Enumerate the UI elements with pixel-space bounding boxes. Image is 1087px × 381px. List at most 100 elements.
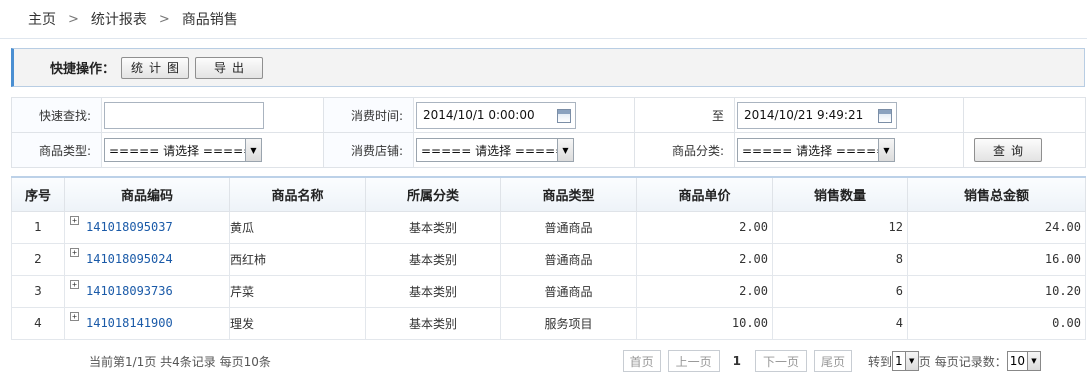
header-type[interactable]: 商品类型: [500, 176, 637, 212]
chart-button[interactable]: 统计图: [121, 56, 190, 79]
last-page-button[interactable]: 尾页: [814, 350, 853, 372]
table-row: 3 +141018093736 芹菜 基本类别 普通商品 2.00 6 10.2…: [11, 274, 1086, 308]
sales-qty: 8: [772, 242, 908, 276]
category-label: 商品分类:: [634, 132, 735, 168]
product-code-link[interactable]: 141018093736: [86, 284, 173, 298]
sales-qty: 12: [772, 210, 908, 244]
row-no: 3: [11, 274, 65, 308]
prev-page-button[interactable]: 上一页: [667, 350, 720, 372]
quick-actions-label: 快捷操作：: [50, 62, 116, 77]
table-header-row: 序号 商品编码 商品名称 所属分类 商品类型 商品单价 销售数量 销售总金额: [11, 176, 1086, 212]
product-type-select[interactable]: ===== 请选择 ===== ▼: [104, 138, 262, 162]
dropdown-arrow-icon: ▼: [557, 139, 573, 161]
time-to-value: 2014/10/21 9:49:21: [744, 108, 864, 122]
expand-icon[interactable]: +: [70, 216, 79, 225]
quick-search-label: 快速查找:: [11, 97, 102, 133]
product-type-value: ===== 请选择 =====: [109, 143, 254, 158]
header-no[interactable]: 序号: [11, 176, 65, 212]
to-label: 至: [634, 97, 735, 133]
dropdown-arrow-icon: ▼: [245, 139, 261, 161]
product-type: 普通商品: [500, 242, 637, 276]
page-suffix: 页: [918, 354, 931, 369]
goto-label: 转到: [868, 354, 893, 369]
pagination-summary: 当前第1/1页 共4条记录 每页10条: [89, 354, 271, 369]
header-price[interactable]: 商品单价: [636, 176, 773, 212]
product-name: 芹菜: [229, 274, 366, 308]
header-total[interactable]: 销售总金额: [907, 176, 1086, 212]
category-value: ===== 请选择 =====: [742, 143, 887, 158]
product-code-link[interactable]: 141018141900: [86, 316, 173, 330]
product-name: 理发: [229, 306, 366, 340]
time-from-input[interactable]: 2014/10/1 0:00:00: [416, 101, 576, 129]
filter-panel: 快速查找: 消费时间: 2014/10/1 0:00:00 至 2014/10/…: [11, 97, 1086, 168]
unit-price: 2.00: [636, 242, 773, 276]
next-page-button[interactable]: 下一页: [755, 350, 808, 372]
sales-qty: 6: [772, 274, 908, 308]
product-category: 基本类别: [365, 274, 501, 308]
row-no: 2: [11, 242, 65, 276]
header-name[interactable]: 商品名称: [229, 176, 366, 212]
dropdown-arrow-icon: ▼: [878, 139, 894, 161]
sales-table: 序号 商品编码 商品名称 所属分类 商品类型 商品单价 销售数量 销售总金额 1…: [11, 176, 1086, 340]
time-from-value: 2014/10/1 0:00:00: [423, 108, 535, 122]
breadcrumb-reports[interactable]: 统计报表: [91, 9, 147, 29]
export-button[interactable]: 导出: [195, 56, 264, 79]
dropdown-arrow-icon: ▼: [1027, 352, 1040, 370]
product-code-link[interactable]: 141018095037: [86, 220, 173, 234]
per-page-value: 10: [1009, 354, 1025, 368]
unit-price: 2.00: [636, 210, 773, 244]
breadcrumb-home[interactable]: 主页: [28, 9, 56, 29]
per-page-label: 每页记录数：: [934, 354, 1007, 369]
table-row: 1 +141018095037 黄瓜 基本类别 普通商品 2.00 12 24.…: [11, 210, 1086, 244]
table-row: 4 +141018141900 理发 基本类别 服务项目 10.00 4 0.0…: [11, 306, 1086, 340]
category-select[interactable]: ===== 请选择 ===== ▼: [737, 138, 895, 162]
sales-qty: 4: [772, 306, 908, 340]
product-type-label: 商品类型:: [11, 132, 102, 168]
first-page-button[interactable]: 首页: [622, 350, 661, 372]
product-type: 普通商品: [500, 210, 637, 244]
header-code[interactable]: 商品编码: [64, 176, 230, 212]
breadcrumb: 主页 > 统计报表 > 商品销售: [0, 0, 1087, 39]
per-page-select[interactable]: 10 ▼: [1006, 351, 1041, 371]
sales-total: 16.00: [907, 242, 1086, 276]
store-select[interactable]: ===== 请选择 ===== ▼: [416, 138, 574, 162]
product-code-link[interactable]: 141018095024: [86, 252, 173, 266]
quick-search-input[interactable]: [104, 101, 264, 129]
time-label: 消费时间:: [323, 97, 414, 133]
quick-actions-bar: 快捷操作： 统计图 导出: [11, 48, 1085, 87]
breadcrumb-product-sales: 商品销售: [181, 12, 238, 28]
dropdown-arrow-icon: ▼: [904, 352, 918, 370]
store-value: ===== 请选择 =====: [421, 143, 566, 158]
chevron-right-icon: >: [68, 11, 79, 27]
header-qty[interactable]: 销售数量: [772, 176, 908, 212]
calendar-icon[interactable]: [878, 108, 892, 123]
product-name: 黄瓜: [229, 210, 366, 244]
sales-total: 0.00: [907, 306, 1086, 340]
expand-icon[interactable]: +: [70, 280, 79, 289]
unit-price: 10.00: [636, 306, 773, 340]
expand-icon[interactable]: +: [70, 248, 79, 257]
current-page[interactable]: 1: [733, 354, 741, 368]
row-no: 4: [11, 306, 65, 340]
sales-total: 24.00: [907, 210, 1086, 244]
goto-page-select[interactable]: 1 ▼: [892, 351, 919, 371]
row-no: 1: [11, 210, 65, 244]
time-to-input[interactable]: 2014/10/21 9:49:21: [737, 101, 897, 129]
calendar-icon[interactable]: [557, 108, 571, 123]
product-category: 基本类别: [365, 242, 501, 276]
expand-icon[interactable]: +: [70, 312, 79, 321]
product-category: 基本类别: [365, 306, 501, 340]
product-type: 服务项目: [500, 306, 637, 340]
product-type: 普通商品: [500, 274, 637, 308]
sales-total: 10.20: [907, 274, 1086, 308]
product-name: 西红柿: [229, 242, 366, 276]
chevron-right-icon: >: [158, 11, 170, 27]
unit-price: 2.00: [636, 274, 773, 308]
pagination: 当前第1/1页 共4条记录 每页10条 首页 上一页 1 下一页 尾页 转到 1…: [11, 344, 1085, 378]
product-category: 基本类别: [365, 210, 501, 244]
store-label: 消费店铺:: [323, 132, 414, 168]
table-row: 2 +141018095024 西红柿 基本类别 普通商品 2.00 8 16.…: [11, 242, 1086, 276]
goto-page-value: 1: [895, 354, 903, 368]
query-button[interactable]: 查询: [974, 138, 1042, 162]
header-category[interactable]: 所属分类: [365, 176, 501, 212]
